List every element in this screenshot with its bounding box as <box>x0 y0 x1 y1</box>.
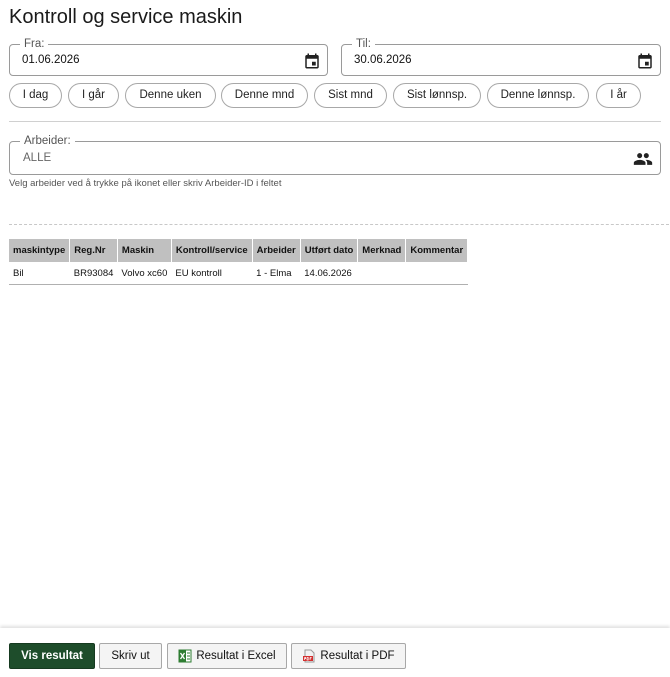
divider <box>9 224 669 225</box>
excel-icon <box>178 649 192 663</box>
worker-hint: Velg arbeider ved å trykke på ikonet ell… <box>9 178 282 189</box>
worker-label: Arbeider: <box>20 134 75 148</box>
quick-range-this-week[interactable]: Denne uken <box>125 83 216 108</box>
export-pdf-button[interactable]: Resultat i PDF <box>291 643 406 669</box>
date-to-input[interactable] <box>354 54 554 66</box>
show-result-button[interactable]: Vis resultat <box>9 643 95 669</box>
column-header-comment: Kommentar <box>405 239 469 262</box>
date-from-label: Fra: <box>20 37 49 51</box>
quick-range-this-pay-period[interactable]: Denne lønnsp. <box>487 83 589 108</box>
cell-worker: 1 - Elma <box>252 262 301 285</box>
table-header-row: maskintype Reg.Nr Maskin Kontroll/servic… <box>9 239 469 262</box>
column-header-performed-date: Utført dato <box>300 239 359 262</box>
date-from-input[interactable] <box>22 54 222 66</box>
column-header-reg-nr: Reg.Nr <box>69 239 118 262</box>
print-button[interactable]: Skriv ut <box>99 643 162 669</box>
worker-input[interactable] <box>23 152 223 164</box>
date-to-label: Til: <box>352 37 375 51</box>
calendar-icon[interactable] <box>303 52 321 70</box>
quick-range-yesterday[interactable]: I går <box>68 83 119 108</box>
cell-machine: Volvo xc60 <box>117 262 172 285</box>
table-row: Bil BR93084 Volvo xc60 EU kontroll 1 - E… <box>9 262 468 285</box>
column-header-control-service: Kontroll/service <box>171 239 253 262</box>
divider <box>9 121 661 122</box>
cell-control-service: EU kontroll <box>171 262 253 285</box>
column-header-worker: Arbeider <box>252 239 301 262</box>
column-header-machine-type: maskintype <box>9 239 71 262</box>
cell-reg-nr: BR93084 <box>69 262 118 285</box>
people-icon[interactable] <box>633 149 653 169</box>
worker-field[interactable]: Arbeider: <box>9 134 661 175</box>
page-title: Kontroll og service maskin <box>9 6 243 28</box>
cell-machine-type: Bil <box>9 262 70 285</box>
quick-range-this-month[interactable]: Denne mnd <box>221 83 308 108</box>
print-label: Skriv ut <box>111 650 150 662</box>
cell-comment <box>405 262 468 285</box>
calendar-icon[interactable] <box>636 52 654 70</box>
export-excel-label: Resultat i Excel <box>196 650 276 662</box>
date-to-field[interactable]: Til: <box>341 37 661 76</box>
export-excel-button[interactable]: Resultat i Excel <box>167 643 287 669</box>
cell-performed-date: 14.06.2026 <box>300 262 358 285</box>
cell-remark <box>357 262 406 285</box>
column-header-machine: Maskin <box>117 239 172 262</box>
action-bar: Vis resultat Skriv ut Resultat i Excel R… <box>0 628 670 677</box>
pdf-icon <box>303 649 315 663</box>
date-from-field[interactable]: Fra: <box>9 37 328 76</box>
quick-range-last-month[interactable]: Sist mnd <box>314 83 387 108</box>
quick-range-today[interactable]: I dag <box>9 83 62 108</box>
quick-range-this-year[interactable]: I år <box>596 83 641 108</box>
results-table: maskintype Reg.Nr Maskin Kontroll/servic… <box>9 239 469 285</box>
export-pdf-label: Resultat i PDF <box>320 650 395 662</box>
quick-range-last-pay-period[interactable]: Sist lønnsp. <box>393 83 481 108</box>
show-result-label: Vis resultat <box>21 650 83 662</box>
column-header-remark: Merknad <box>357 239 407 262</box>
